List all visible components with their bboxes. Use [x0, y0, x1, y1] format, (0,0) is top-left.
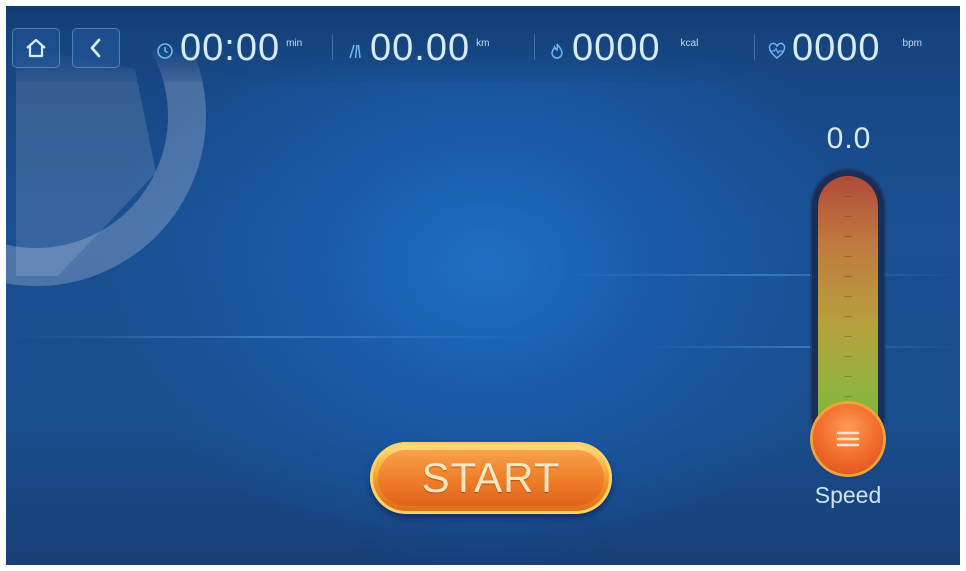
- scale-tick: [844, 336, 852, 337]
- road-icon: [349, 44, 361, 59]
- scale-tick: [844, 376, 852, 377]
- start-button[interactable]: START: [370, 442, 612, 514]
- back-button[interactable]: [72, 28, 120, 68]
- heart-rate-value: 0000: [792, 27, 881, 69]
- distance-stat: 00.00 km: [346, 20, 489, 76]
- divider: [754, 34, 755, 60]
- scale-tick: [844, 196, 852, 197]
- scale-tick: [844, 276, 852, 277]
- time-stat: 00:00 min: [156, 20, 302, 76]
- distance-value: 00.00: [370, 27, 471, 69]
- top-status-bar: 00:00 min 00.00 km 0000 kcal 0000 bpm: [6, 6, 960, 82]
- scale-tick: [844, 356, 852, 357]
- flame-icon: [551, 43, 563, 59]
- divider: [332, 34, 333, 60]
- speed-label: Speed: [814, 482, 882, 508]
- divider: [534, 34, 535, 60]
- scale-tick: [844, 296, 852, 297]
- calories-unit: kcal: [680, 38, 699, 49]
- calories-value: 0000: [572, 27, 661, 69]
- home-icon: [26, 38, 46, 58]
- time-value: 00:00: [180, 27, 281, 69]
- scale-tick: [844, 316, 852, 317]
- start-button-label: START: [421, 454, 561, 501]
- distance-unit: km: [476, 38, 490, 49]
- speed-slider-handle[interactable]: [813, 404, 883, 474]
- decorative-line: [566, 274, 960, 276]
- decorative-line: [646, 346, 960, 348]
- drag-handle-icon: [836, 431, 860, 447]
- time-unit: min: [286, 38, 303, 49]
- speed-value: 0.0: [826, 122, 872, 155]
- app-screen: 00:00 min 00.00 km 0000 kcal 0000 bpm ST…: [6, 6, 960, 565]
- scale-tick: [844, 236, 852, 237]
- home-button[interactable]: [12, 28, 60, 68]
- calories-stat: 0000 kcal: [548, 20, 698, 76]
- scale-tick: [844, 396, 852, 397]
- heart-rate-icon: [768, 42, 786, 59]
- chevron-left-icon: [90, 38, 101, 58]
- heart-rate-unit: bpm: [902, 38, 922, 49]
- decorative-line: [6, 336, 526, 338]
- heart-rate-stat: 0000 bpm: [768, 20, 922, 76]
- scale-tick: [844, 256, 852, 257]
- scale-tick: [844, 216, 852, 217]
- clock-icon: [157, 43, 173, 59]
